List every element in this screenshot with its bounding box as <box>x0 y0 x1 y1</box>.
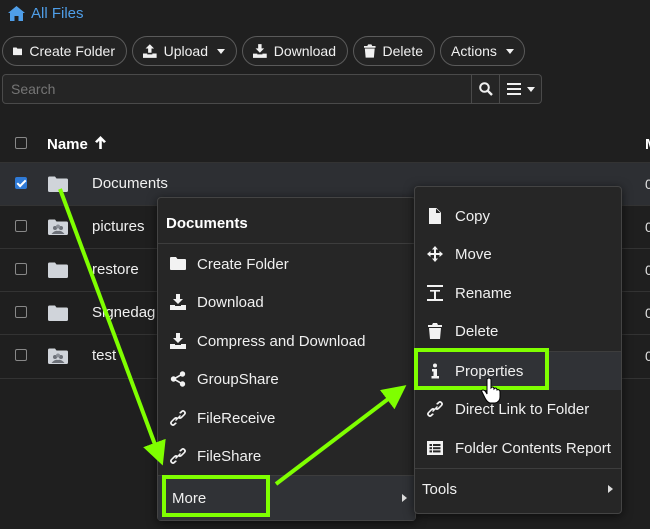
arrow-to-more <box>58 188 166 466</box>
annotation-arrows <box>58 188 407 486</box>
arrow-to-properties <box>274 385 407 486</box>
